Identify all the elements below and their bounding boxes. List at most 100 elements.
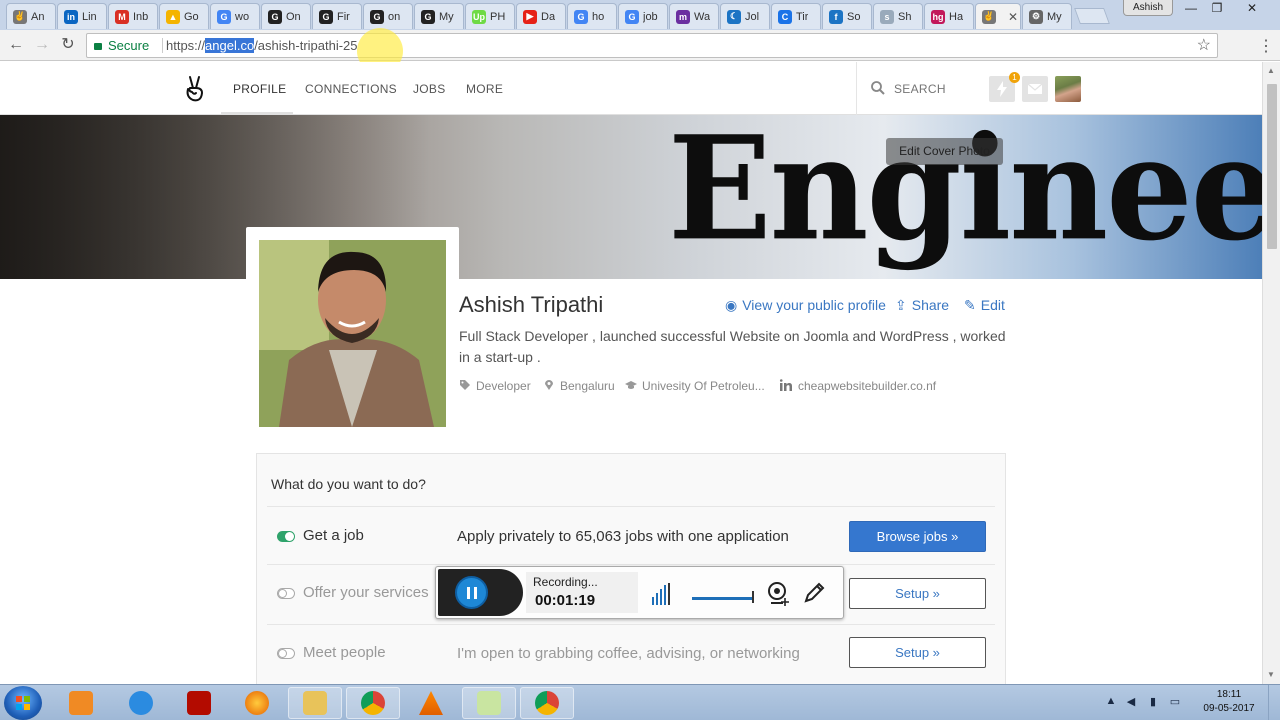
taskbar-chrome[interactable]: [346, 687, 400, 719]
tab-favicon-icon: G: [574, 9, 588, 24]
taskbar-vlc[interactable]: [404, 687, 458, 719]
angellist-logo-icon[interactable]: [184, 75, 206, 103]
taskbar-acrobat[interactable]: [172, 687, 226, 719]
tab-title: Lin: [82, 10, 97, 23]
pen-icon[interactable]: [802, 581, 826, 605]
nav-connections[interactable]: CONNECTIONS: [305, 82, 397, 96]
browser-tab[interactable]: f So: [822, 3, 872, 29]
tab-title: Jol: [745, 10, 760, 23]
profile-photo[interactable]: [259, 240, 446, 427]
meta-location[interactable]: Bengaluru: [543, 379, 615, 393]
browser-tab[interactable]: Up PH: [465, 3, 515, 29]
taskbar-firefox[interactable]: [230, 687, 284, 719]
show-hidden-icons-icon[interactable]: ▲: [1104, 695, 1118, 709]
taskbar-media-player[interactable]: [54, 687, 108, 719]
recorder-control-area: [438, 569, 523, 616]
page-scrollbar[interactable]: ▲ ▼: [1262, 62, 1280, 684]
meta-role[interactable]: Developer: [459, 379, 531, 393]
browser-tab[interactable]: ☾ Jol: [720, 3, 770, 29]
secure-indicator[interactable]: Secure: [94, 34, 163, 57]
sticky-notes-icon: [477, 691, 501, 715]
edit-cover-photo-button[interactable]: Edit Cover Photo: [886, 138, 1003, 165]
edit-profile-link[interactable]: ✎ Edit: [964, 297, 1005, 314]
pause-recording-button[interactable]: [455, 576, 488, 609]
close-window-icon[interactable]: ✕: [1230, 0, 1274, 18]
share-icon: ⇪: [895, 297, 907, 313]
get-job-toggle[interactable]: [277, 531, 295, 542]
browser-tab[interactable]: hg Ha: [924, 3, 974, 29]
search-input[interactable]: [894, 80, 974, 98]
volume-slider-handle[interactable]: [752, 591, 754, 603]
browser-tab[interactable]: m Wa: [669, 3, 719, 29]
browser-tab[interactable]: Gon: [363, 3, 413, 29]
browser-tab[interactable]: G My: [414, 3, 464, 29]
location-pin-icon: [545, 380, 553, 390]
system-clock[interactable]: 18:11 09-05-2017: [1195, 688, 1263, 716]
offer-services-toggle[interactable]: [277, 588, 295, 599]
volume-icon[interactable]: ◀: [1124, 695, 1138, 709]
back-icon[interactable]: ←: [6, 35, 26, 55]
share-link[interactable]: ⇪ Share: [895, 297, 949, 314]
browser-tab[interactable]: ⚙ My: [1022, 3, 1072, 29]
user-avatar[interactable]: [1055, 76, 1081, 102]
browser-menu-icon[interactable]: ⋮: [1258, 36, 1274, 56]
tab-title: On: [286, 10, 301, 23]
view-public-profile-link[interactable]: ◉ View your public profile: [725, 297, 886, 314]
browser-tab[interactable]: ▶ Da: [516, 3, 566, 29]
meet-people-setup-button[interactable]: Setup »: [849, 637, 986, 668]
webcam-icon[interactable]: [766, 581, 790, 607]
browser-tab[interactable]: G On: [261, 3, 311, 29]
messages-button[interactable]: [1022, 76, 1048, 102]
browser-tab[interactable]: Gho: [567, 3, 617, 29]
browser-tab[interactable]: ✌ An: [6, 3, 56, 29]
browser-tab[interactable]: C Tir: [771, 3, 821, 29]
browser-tab[interactable]: s Sh: [873, 3, 923, 29]
volume-slider[interactable]: [692, 597, 754, 600]
minimize-icon[interactable]: —: [1178, 0, 1204, 18]
nav-jobs[interactable]: JOBS: [413, 82, 446, 96]
browser-tab[interactable]: Gjob: [618, 3, 668, 29]
row-description: Apply privately to 65,063 jobs with one …: [457, 528, 789, 545]
start-button[interactable]: [4, 686, 42, 720]
browser-tab[interactable]: Gwo: [210, 3, 260, 29]
offer-services-setup-button[interactable]: Setup »: [849, 578, 986, 609]
browse-jobs-button[interactable]: Browse jobs »: [849, 521, 986, 552]
url-text[interactable]: https://angel.co/ashish-tripathi-25: [166, 34, 358, 57]
nav-more[interactable]: MORE: [466, 82, 503, 96]
reload-icon[interactable]: ↻: [58, 35, 78, 55]
browser-tab[interactable]: ▲ Go: [159, 3, 209, 29]
tab-title: on: [388, 10, 401, 23]
taskbar-internet-explorer[interactable]: [114, 687, 168, 719]
scroll-up-icon[interactable]: ▲: [1267, 66, 1275, 75]
bookmark-star-icon[interactable]: ☆: [1197, 34, 1211, 57]
taskbar-chrome-2[interactable]: [520, 687, 574, 719]
address-bar[interactable]: Secure https://angel.co/ashish-tripathi-…: [86, 33, 1218, 58]
power-icon[interactable]: ▭: [1168, 695, 1182, 709]
meet-people-toggle[interactable]: [277, 648, 295, 659]
taskbar-file-explorer[interactable]: [288, 687, 342, 719]
tab-close-icon[interactable]: ✕: [1008, 10, 1018, 24]
browser-tab[interactable]: M Inb: [108, 3, 158, 29]
taskbar-sticky-notes[interactable]: [462, 687, 516, 719]
scroll-thumb[interactable]: [1267, 84, 1277, 249]
scroll-down-icon[interactable]: ▼: [1267, 670, 1275, 679]
network-icon[interactable]: ▮: [1146, 695, 1160, 709]
meta-website[interactable]: cheapwebsitebuilder.co.nf: [779, 379, 936, 393]
forward-icon[interactable]: →: [32, 35, 52, 55]
tab-list: ✌ An in Lin M Inb ▲ Go Gwo G On G Fir Gon G My Up PH ▶ Da Gh…: [6, 3, 1110, 30]
new-tab-button[interactable]: [1074, 8, 1110, 24]
nav-profile[interactable]: PROFILE: [233, 82, 286, 96]
browser-tab[interactable]: G Fir: [312, 3, 362, 29]
maximize-icon[interactable]: ❐: [1204, 0, 1230, 18]
meta-education[interactable]: Univesity Of Petroleu...: [625, 379, 765, 393]
browser-tab[interactable]: ✌ ✕: [975, 3, 1021, 29]
browser-tab[interactable]: in Lin: [57, 3, 107, 29]
profile-switcher[interactable]: Ashish: [1123, 0, 1173, 16]
show-desktop-button[interactable]: [1268, 685, 1280, 720]
search-icon[interactable]: [870, 80, 886, 96]
media-player-icon: [69, 691, 93, 715]
tab-title: Wa: [694, 10, 711, 23]
url-selected-domain: angel.co: [205, 38, 255, 53]
row-label: Get a job: [303, 527, 364, 544]
browser-toolbar: ← → ↻ Secure https://angel.co/ashish-tri…: [0, 30, 1280, 61]
